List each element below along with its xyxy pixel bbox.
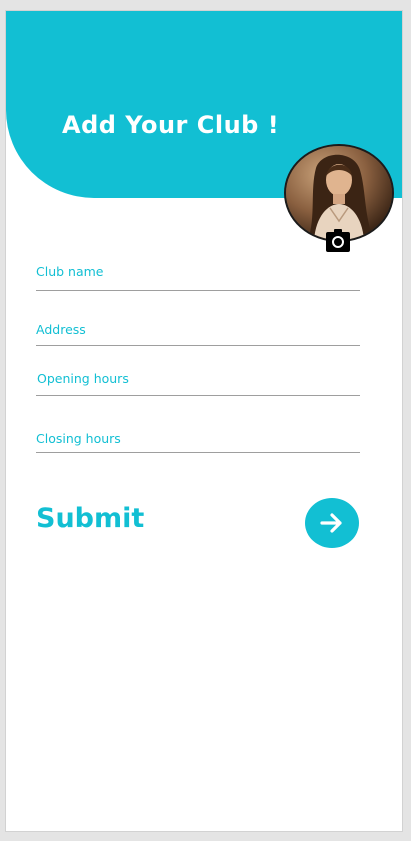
camera-icon	[332, 236, 344, 248]
submit-button[interactable]	[305, 498, 359, 548]
club-photo-avatar[interactable]	[284, 144, 394, 242]
page-title: Add Your Club !	[62, 111, 280, 139]
address-field[interactable]: Address	[36, 322, 360, 352]
address-underline	[36, 345, 360, 346]
club-name-underline	[36, 290, 360, 291]
club-name-field[interactable]: Club name	[36, 264, 360, 294]
submit-label: Submit	[36, 503, 145, 534]
opening-hours-underline	[36, 395, 360, 396]
closing-hours-underline	[36, 452, 360, 453]
opening-hours-label: Opening hours	[37, 371, 129, 386]
arrow-right-icon	[320, 513, 342, 533]
opening-hours-field[interactable]: Opening hours	[36, 371, 360, 401]
avatar-photo	[286, 146, 392, 240]
closing-hours-field[interactable]: Closing hours	[36, 431, 360, 461]
status-bar-strip	[0, 0, 411, 10]
address-label: Address	[36, 322, 86, 337]
change-photo-button[interactable]	[326, 229, 350, 252]
app-screen: Add Your Club ! Club name Address Openin…	[5, 10, 403, 832]
club-name-label: Club name	[36, 264, 104, 279]
closing-hours-label: Closing hours	[36, 431, 121, 446]
